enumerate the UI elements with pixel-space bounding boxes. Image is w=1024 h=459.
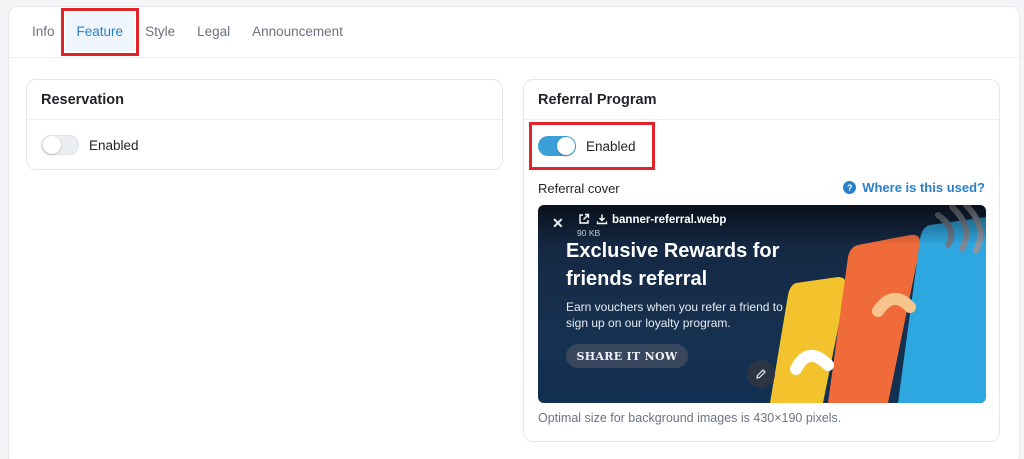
cover-size-hint: Optimal size for background images is 43… [538,411,842,425]
toggle-knob [557,137,575,155]
external-link-icon[interactable] [578,213,590,225]
where-used-link[interactable]: ? Where is this used? [843,180,985,195]
tab-info[interactable]: Info [21,13,66,51]
close-icon[interactable]: ✕ [552,215,564,232]
reservation-toggle-label: Enabled [89,137,139,153]
referral-panel: Referral Program Enabled Referral cover … [523,79,1000,442]
banner-title: Exclusive Rewards for friends referral [566,240,780,290]
referral-toggle-row: Enabled [529,122,655,170]
download-icon[interactable] [596,213,608,225]
referral-toggle[interactable] [538,136,576,156]
reservation-panel: Reservation Enabled [26,79,503,170]
referral-cover-image[interactable]: ✕ banner-referral.webp 90 KB Exclusive R… [538,205,986,403]
tab-style[interactable]: Style [134,13,186,51]
referral-cover-label: Referral cover [538,181,620,196]
referral-title: Referral Program [524,80,999,120]
toggle-knob [43,136,61,154]
edit-image-button[interactable] [747,360,775,388]
tab-announcement[interactable]: Announcement [241,13,354,51]
question-circle-icon: ? [843,181,857,194]
where-used-text: Where is this used? [862,180,985,195]
pencil-icon [756,369,766,379]
referral-toggle-label: Enabled [586,138,636,154]
tabs-divider [9,57,1019,58]
file-actions [578,213,608,225]
banner-subtitle: Earn vouchers when you refer a friend to… [566,300,783,330]
tab-legal[interactable]: Legal [186,13,241,51]
tab-bar: Info Feature Style Legal Announcement [21,7,354,57]
tab-feature[interactable]: Feature [60,8,140,56]
settings-card: Info Feature Style Legal Announcement Re… [8,6,1020,459]
file-name: banner-referral.webp [612,214,727,226]
reservation-toggle[interactable] [41,135,79,155]
reservation-title: Reservation [27,80,502,120]
banner-share-button: SHARE IT NOW [566,344,688,368]
reservation-toggle-row: Enabled [41,135,139,155]
